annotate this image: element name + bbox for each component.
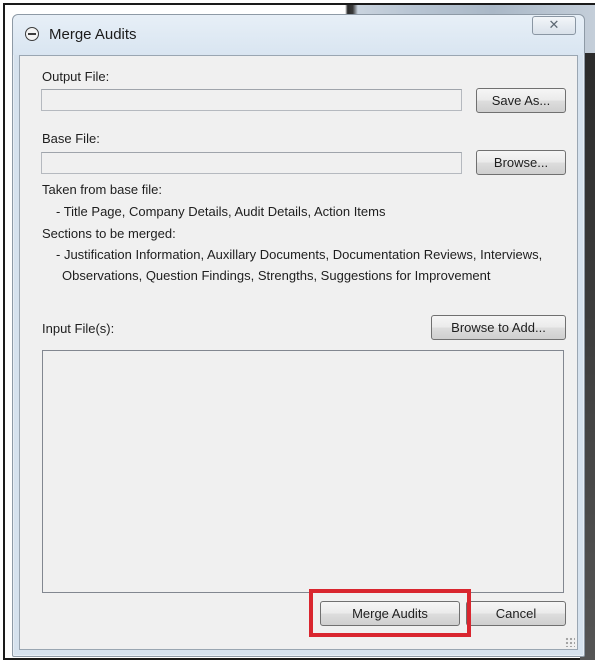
base-file-field[interactable]	[41, 152, 462, 174]
browse-button[interactable]: Browse...	[476, 150, 566, 175]
merge-button-highlight	[309, 589, 471, 637]
window-title: Merge Audits	[49, 26, 137, 43]
input-files-label: Input File(s):	[42, 321, 115, 336]
taken-from-base-heading: Taken from base file:	[42, 182, 162, 197]
base-file-label: Base File:	[42, 131, 100, 146]
browse-to-add-button[interactable]: Browse to Add...	[431, 315, 566, 340]
close-button[interactable]: ✕	[532, 16, 576, 35]
sections-merged-items-line2: Observations, Question Findings, Strengt…	[62, 268, 491, 283]
save-as-button[interactable]: Save As...	[476, 88, 566, 113]
dialog-body: Output File: Save As... Base File: Brows…	[19, 55, 578, 650]
sections-merged-items-line1: - Justification Information, Auxillary D…	[56, 247, 543, 262]
merge-audits-dialog: Merge Audits ✕ Output File: Save As... B…	[12, 14, 585, 657]
cancel-button[interactable]: Cancel	[466, 601, 566, 626]
input-files-list[interactable]	[42, 350, 564, 593]
sections-merged-heading: Sections to be merged:	[42, 226, 176, 241]
app-icon	[25, 27, 39, 41]
output-file-field[interactable]	[41, 89, 462, 111]
title-bar[interactable]: Merge Audits ✕	[13, 15, 584, 55]
output-file-label: Output File:	[42, 69, 110, 84]
resize-grip[interactable]	[565, 637, 575, 647]
taken-from-base-items: - Title Page, Company Details, Audit Det…	[56, 204, 386, 219]
